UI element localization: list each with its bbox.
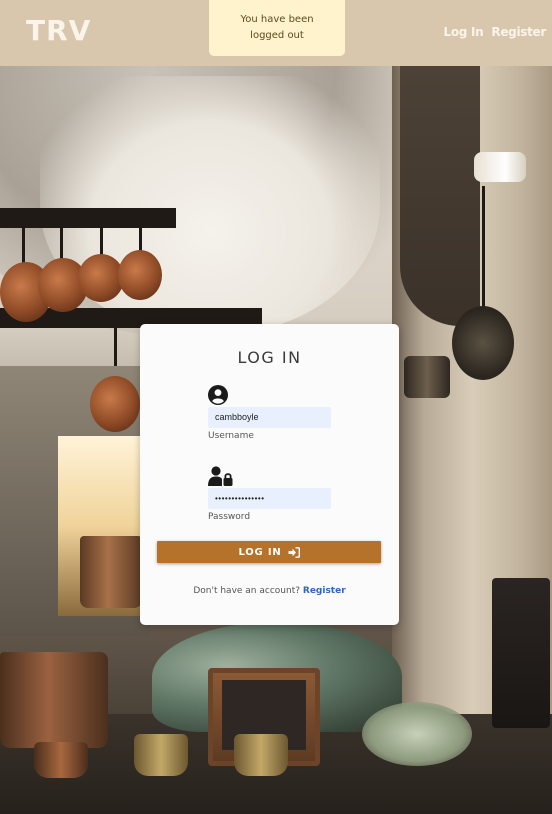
brand-logo[interactable]: TRV (26, 14, 91, 47)
sign-in-icon (288, 546, 300, 558)
login-button-label: LOG IN (238, 546, 282, 558)
password-label: Password (208, 512, 251, 522)
register-prompt-text: Don't have an account? (193, 586, 301, 596)
nav-register-link[interactable]: Register (491, 25, 546, 39)
user-lock-icon (208, 466, 233, 486)
register-link[interactable]: Register (303, 586, 346, 596)
nav-links: Log In Register (444, 25, 547, 39)
user-circle-icon (208, 385, 228, 405)
nav-login-link[interactable]: Log In (444, 25, 484, 39)
login-title: LOG IN (237, 348, 302, 367)
register-prompt-line: Don't have an account? Register (140, 586, 399, 596)
login-card: LOG IN Username Password LOG IN Don't ha… (140, 324, 399, 625)
password-input[interactable] (208, 488, 331, 509)
username-label: Username (208, 431, 254, 441)
flash-message: You have been logged out (209, 0, 345, 56)
username-input[interactable] (208, 407, 331, 428)
login-submit-button[interactable]: LOG IN (157, 541, 381, 563)
